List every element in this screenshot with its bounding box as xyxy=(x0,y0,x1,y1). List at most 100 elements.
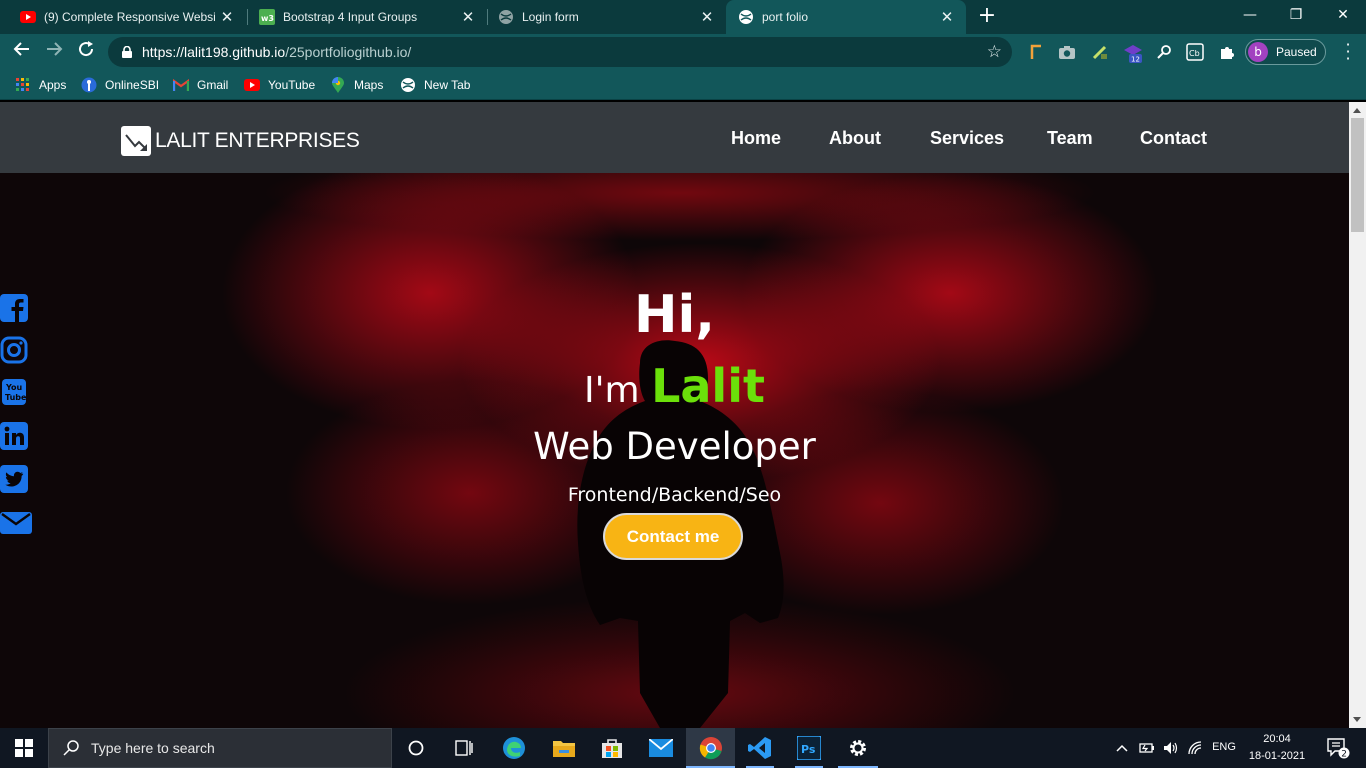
taskbar-search-input[interactable]: Type here to search xyxy=(48,728,392,768)
photoshop-taskbar-icon[interactable]: Ps xyxy=(785,728,833,768)
apps-grid-icon xyxy=(15,77,31,93)
clock-date[interactable]: 18-01-2021 xyxy=(1244,750,1310,762)
svg-text:Tube: Tube xyxy=(5,393,27,402)
bookmark-label: OnlineSBI xyxy=(105,78,160,92)
bookmarks-bar: Apps OnlineSBI Gmail YouTube Maps New Ta… xyxy=(0,70,1366,100)
clock-time[interactable]: 20:04 xyxy=(1244,733,1310,745)
w3schools-icon: w3 xyxy=(259,9,275,25)
brand-name: LALIT ENTERPRISES xyxy=(155,129,360,152)
chrome-taskbar-icon[interactable] xyxy=(686,728,735,768)
camera-icon[interactable] xyxy=(1058,43,1076,61)
address-bar[interactable]: https://lalit198.github.io/25portfoliogi… xyxy=(108,37,1012,67)
close-tab-icon[interactable]: ✕ xyxy=(696,8,718,26)
bookmark-label: Maps xyxy=(354,78,384,92)
instagram-icon[interactable] xyxy=(0,336,32,368)
facebook-icon[interactable] xyxy=(0,294,32,326)
nav-about[interactable]: About xyxy=(829,128,881,149)
url-text: https://lalit198.github.io/25portfoliogi… xyxy=(142,44,412,60)
tab-youtube[interactable]: (9) Complete Responsive Website ✕ xyxy=(0,0,246,34)
back-arrow-icon xyxy=(13,42,29,56)
linkedin-icon[interactable] xyxy=(0,422,32,454)
browser-menu-icon[interactable]: · · · xyxy=(1343,37,1353,67)
notification-icon: 2 xyxy=(1327,738,1350,760)
close-window-button[interactable]: ✕ xyxy=(1320,0,1366,32)
bookmark-label: YouTube xyxy=(268,78,316,92)
scroll-down-arrow-icon[interactable] xyxy=(1353,717,1361,722)
minimize-button[interactable]: — xyxy=(1227,0,1273,32)
brand-logo[interactable]: LALIT ENTERPRISES xyxy=(121,126,360,156)
mail-app-icon[interactable] xyxy=(637,728,685,768)
battery-icon[interactable] xyxy=(1137,728,1157,768)
hero-greeting: Hi, xyxy=(633,285,716,345)
nav-contact[interactable]: Contact xyxy=(1140,128,1207,149)
windows-taskbar: Type here to search Ps ENG 20:04 18-01-2… xyxy=(0,728,1366,768)
volume-icon[interactable] xyxy=(1161,728,1181,768)
bookmark-label: New Tab xyxy=(424,78,471,92)
hero-skills: Frontend/Backend/Seo xyxy=(567,484,782,506)
puzzle-extensions-icon[interactable] xyxy=(1218,43,1236,61)
nav-services[interactable]: Services xyxy=(930,128,1004,149)
bookmark-maps[interactable]: Maps xyxy=(330,76,383,94)
close-tab-icon[interactable]: ✕ xyxy=(936,8,958,26)
extension-flag-icon[interactable] xyxy=(1027,43,1045,61)
browser-toolbar: https://lalit198.github.io/25portfoliogi… xyxy=(0,34,1366,70)
scroll-up-arrow-icon[interactable] xyxy=(1353,108,1361,113)
twitter-icon[interactable] xyxy=(0,465,32,497)
svg-text:Cb: Cb xyxy=(1189,49,1200,58)
forward-button[interactable] xyxy=(42,40,66,64)
contact-me-button[interactable]: Contact me xyxy=(603,513,743,560)
new-tab-button[interactable]: + xyxy=(976,4,998,30)
tab-title: Login form xyxy=(522,10,579,24)
hero-section: Hi, I'm Lalit Web Developer Frontend/Bac… xyxy=(0,173,1349,728)
scrollbar-thumb[interactable] xyxy=(1351,118,1364,232)
edge-taskbar-icon[interactable] xyxy=(490,728,538,768)
profile-status: Paused xyxy=(1276,45,1317,59)
nav-team[interactable]: Team xyxy=(1047,128,1093,149)
bookmark-new-tab[interactable]: New Tab xyxy=(400,76,470,94)
maps-pin-icon xyxy=(330,77,346,93)
tab-portfolio[interactable]: port folio ✕ xyxy=(726,0,966,34)
pen-extension-icon[interactable] xyxy=(1091,43,1109,61)
settings-gear-icon[interactable] xyxy=(834,728,882,768)
bookmark-apps[interactable]: Apps xyxy=(15,76,66,94)
cb-extension-icon[interactable]: Cb xyxy=(1186,43,1204,61)
close-tab-icon[interactable]: ✕ xyxy=(457,8,479,26)
cortana-circle-icon xyxy=(408,740,424,756)
back-button[interactable] xyxy=(10,40,34,64)
bookmark-star-icon[interactable]: ☆ xyxy=(987,42,1002,62)
start-button[interactable] xyxy=(0,728,48,768)
tab-bootstrap[interactable]: w3 Bootstrap 4 Input Groups ✕ xyxy=(239,0,487,34)
page-scrollbar[interactable] xyxy=(1349,102,1366,728)
mail-icon[interactable] xyxy=(0,508,32,540)
globe-icon xyxy=(498,9,514,25)
wifi-icon[interactable] xyxy=(1186,728,1206,768)
avatar: b xyxy=(1248,42,1268,62)
eyedropper-icon[interactable] xyxy=(1155,43,1173,61)
cortana-button[interactable] xyxy=(392,728,440,768)
task-view-button[interactable] xyxy=(440,728,488,768)
restore-button[interactable]: ❐ xyxy=(1273,0,1319,32)
youtube-icon xyxy=(244,77,260,93)
hero-role: Web Developer xyxy=(533,425,816,468)
reload-button[interactable] xyxy=(74,40,98,64)
file-explorer-icon[interactable] xyxy=(540,728,588,768)
tab-login-form[interactable]: Login form ✕ xyxy=(478,0,726,34)
profile-button[interactable]: b Paused xyxy=(1245,39,1326,65)
task-view-icon xyxy=(455,740,473,756)
close-tab-icon[interactable]: ✕ xyxy=(216,8,238,26)
microsoft-store-icon[interactable] xyxy=(588,728,636,768)
svg-text:2: 2 xyxy=(1341,750,1347,760)
bookmark-onlinesbi[interactable]: OnlineSBI xyxy=(81,76,159,94)
bookmark-gmail[interactable]: Gmail xyxy=(173,76,228,94)
hero-intro: I'm Lalit xyxy=(584,359,765,413)
graduation-cap-icon[interactable]: 12 xyxy=(1123,43,1142,64)
globe-icon xyxy=(738,9,754,25)
tray-chevron-up-icon[interactable] xyxy=(1113,728,1131,768)
notification-center-button[interactable]: 2 xyxy=(1318,728,1358,768)
youtube-icon[interactable]: You Tube xyxy=(0,378,32,410)
search-placeholder: Type here to search xyxy=(91,740,215,756)
language-indicator[interactable]: ENG xyxy=(1209,741,1239,753)
vscode-taskbar-icon[interactable] xyxy=(736,728,784,768)
nav-home[interactable]: Home xyxy=(731,128,781,149)
bookmark-youtube[interactable]: YouTube xyxy=(244,76,315,94)
